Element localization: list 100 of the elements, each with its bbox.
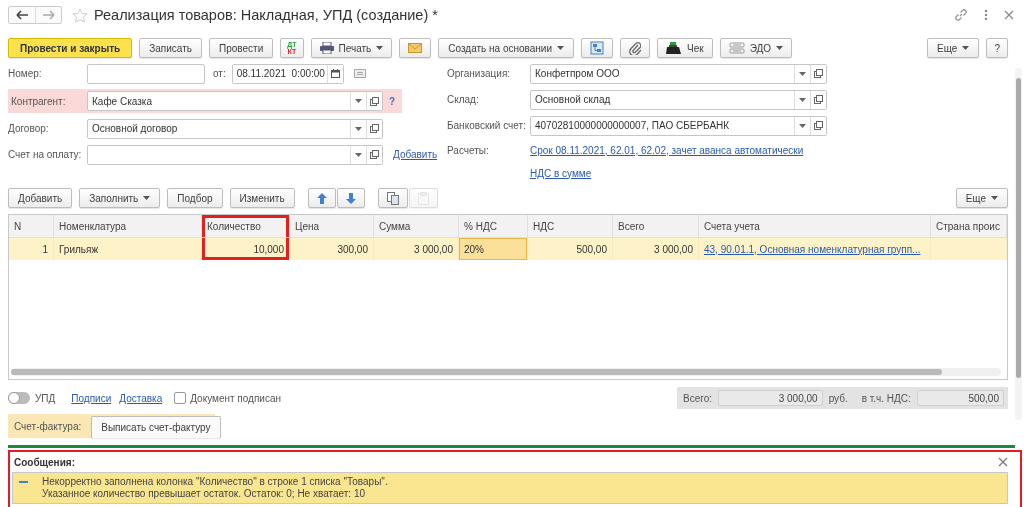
field-label: Договор: [8,123,50,134]
dropdown-icon [355,126,362,131]
open-button[interactable] [810,116,826,135]
add-link[interactable]: Добавить [393,149,438,160]
post-and-close-button[interactable]: Провести и закрыть [8,38,133,58]
date-field[interactable]: 08.11.2021 0:00:00 [231,63,344,84]
down-arrow-icon [345,192,356,204]
total-label: Всего: [683,392,712,404]
back-arrow-icon [16,10,28,20]
caret-icon [991,196,998,200]
caret-icon [776,46,784,50]
dropdown-icon [799,97,806,102]
close-icon[interactable] [1004,10,1014,20]
edo-button[interactable]: ЭДО [719,38,793,58]
open-button[interactable] [366,119,382,138]
field-label: Счет на оплату: [8,149,83,160]
toggle-label: УПД [35,392,56,404]
structure-button[interactable] [581,38,614,58]
footer-link[interactable]: Доставка [119,392,163,404]
attachment-button[interactable] [620,38,651,58]
toolbar-button[interactable]: Создать на основании [438,38,575,58]
document-exchange-icon [728,42,745,54]
toolbar-button[interactable]: Подбор [167,188,223,208]
open-button[interactable] [810,64,826,83]
toolbar-button[interactable]: Провести [209,38,274,58]
message-text: Некорректно заполнена колонка "Количество" в строке 1 списка "Товары". Указанное количество превышает остаток. Остаток: 0; Не хватает: 10 [42,476,388,500]
column-header: Количество [202,215,290,238]
select-field[interactable]: Основной договор [87,118,383,139]
toolbar-button[interactable]: Заполнить [79,188,161,208]
settings-link[interactable]: НДС в сумме [530,167,592,179]
table-cell: 300,00 [337,243,368,255]
caret-icon [962,46,970,50]
open-button[interactable] [366,145,382,164]
open-window-icon [370,96,379,106]
toolbar-button[interactable]: Изменить [229,188,295,208]
column-header: N [9,215,54,238]
copy-button[interactable] [377,188,408,208]
open-window-icon [370,124,379,133]
more-icon[interactable] [984,9,988,21]
select-field[interactable]: Основной склад [530,89,827,110]
window-title: Реализация товаров: Накладная, УПД (создание) * [94,7,438,23]
print-button[interactable]: Печать [310,38,393,58]
column-header: НДС [528,215,613,238]
up-arrow-icon [316,192,327,204]
issue-invoice-button[interactable]: Выписать счет-фактуру [91,416,221,438]
table-cell: Грильяж [59,243,99,255]
link-icon[interactable] [954,8,968,22]
column-header: % НДС [459,215,528,238]
field-value: Конфетпром ООО [534,68,621,79]
paperclip-icon [629,41,642,55]
toolbar-button[interactable]: Добавить [8,188,73,208]
open-window-icon [814,121,823,130]
select-field[interactable]: Конфетпром ООО [530,63,827,84]
caret-icon [143,196,151,200]
table-row[interactable]: 1 Грильяж 10,000 300,00 3 000,00 20% 500,00 3 000,00 43, 90.01.1, Основная номенклатурная групп... [9,238,1007,260]
dropdown-icon [799,71,806,76]
open-button[interactable] [366,92,382,110]
comment-icon[interactable] [353,69,366,78]
caret-icon [557,46,565,50]
open-window-icon [814,95,823,104]
receipt-button[interactable]: Чек [657,38,713,58]
copy-icon [386,191,399,205]
column-header: Номенклатура [54,215,202,238]
toolbar-button[interactable]: Записать [139,38,202,58]
column-header: Сумма [374,215,459,238]
field-value: Основной склад [534,94,612,105]
toggle-switch[interactable] [8,392,30,404]
dropdown-icon [799,123,806,128]
envelope-icon [408,43,423,53]
cash-register-icon [666,41,683,55]
close-icon[interactable] [998,457,1008,467]
move-down-button[interactable] [336,188,365,208]
settings-link[interactable]: Срок 08.11.2021, 62.01, 62.02, зачет аванса автоматически [530,144,804,156]
field-label: от: [213,68,226,79]
toolbar-button[interactable]: Еще [927,38,980,58]
footer-link[interactable]: Подписи [71,392,112,404]
calendar-button[interactable] [326,64,343,83]
invoice-label: Счет-фактура: [14,420,82,432]
column-header: Цена [290,215,374,238]
select-field[interactable] [87,144,383,165]
field-value: Основной договор [91,123,179,134]
toolbar-button[interactable]: Еще [955,188,1008,208]
forward-arrow-icon [42,10,55,20]
toolbar-button[interactable]: ? [986,38,1008,58]
dash-icon [19,481,28,483]
field-label: Номер: [8,68,43,79]
column-header: Счета учета [699,215,931,238]
move-up-button[interactable] [307,188,336,208]
checkbox[interactable] [174,392,187,404]
open-button[interactable] [810,90,826,109]
select-field[interactable]: Кафе Сказка [87,91,383,111]
field-label: Банковский счет: [447,120,527,131]
number-field[interactable] [87,63,205,84]
field-label: Расчеты: [447,144,490,156]
table-cell: 3 000,00 [414,243,453,255]
email-button[interactable] [399,38,432,58]
field-label: Контрагент: [10,95,67,107]
select-field[interactable]: 40702810000000000007, ПАО СБЕРБАНК [530,115,827,136]
open-window-icon [370,150,379,159]
table-cell: 500,00 [576,243,607,255]
